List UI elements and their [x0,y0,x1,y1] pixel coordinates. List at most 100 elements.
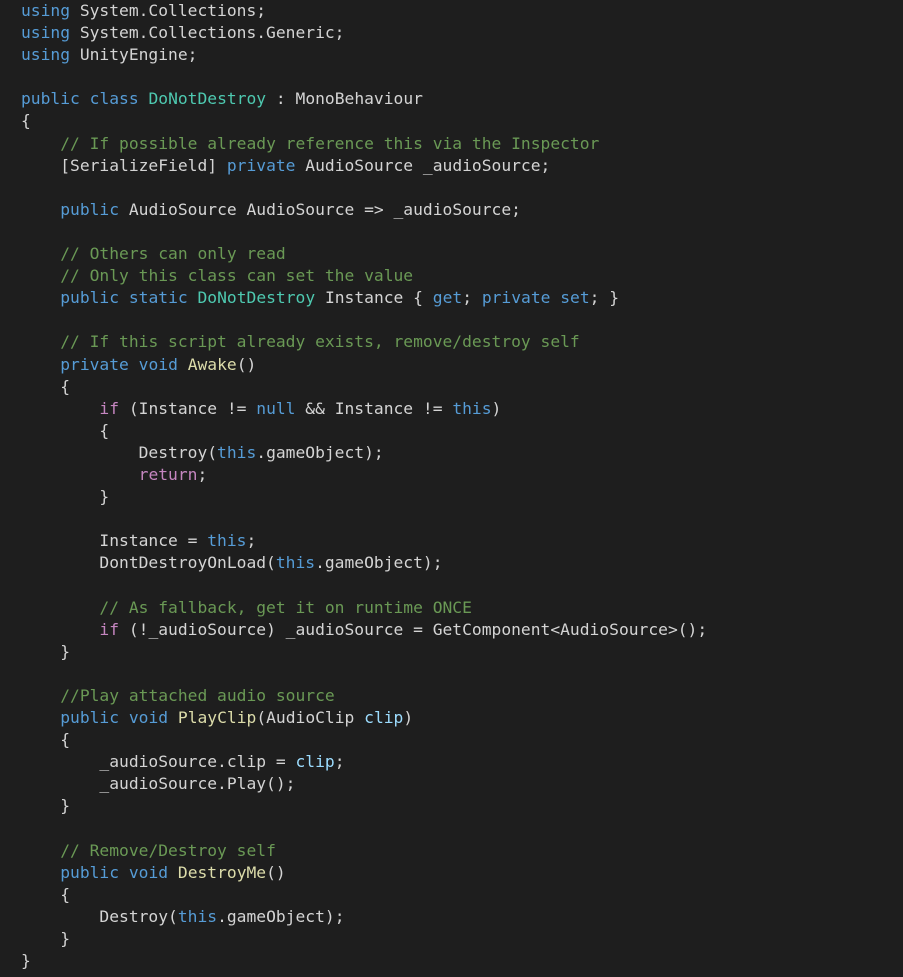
code-token: ; [246,531,257,551]
code-token: } [21,641,71,661]
code-line[interactable] [21,817,903,839]
code-token: .gameObject); [315,553,443,573]
code-line[interactable] [21,66,903,88]
code-token: System.Collections; [70,1,267,20]
code-line[interactable] [21,221,903,243]
code-line[interactable]: } [21,950,903,972]
code-token: ; [334,752,345,772]
code-line[interactable]: } [21,486,903,508]
code-token: } [21,796,71,816]
code-line[interactable]: { [21,376,903,398]
code-view[interactable]: using System.Collections; using System.Co… [21,0,903,972]
code-token: // If this script already exists, remove… [60,332,580,352]
code-token: void [138,354,178,374]
code-line[interactable]: [SerializeField] private AudioSource _au… [21,155,903,177]
code-line[interactable]: if (!_audioSource) _audioSource = GetCom… [21,619,903,641]
code-line[interactable] [21,309,903,331]
code-line[interactable]: // If this script already exists, remove… [21,331,903,353]
code-line[interactable]: public static DoNotDestroy Instance { ge… [21,287,903,309]
code-line[interactable]: } [21,795,903,817]
code-token: [SerializeField] [21,155,227,175]
code-token: (Instance != [119,398,257,418]
code-line[interactable] [21,508,903,530]
code-token: private [226,155,296,175]
code-token: public [60,199,120,219]
code-line[interactable]: // Others can only read [21,243,903,265]
code-line[interactable]: return; [21,464,903,486]
code-token: return [138,464,198,484]
code-line[interactable]: { [21,110,903,132]
code-token: private [60,354,129,374]
code-line[interactable]: Instance = this; [21,530,903,552]
code-token: clip [295,752,335,772]
code-token: } [21,951,31,971]
code-token: UnityEngine; [70,45,198,65]
code-token: DoNotDestroy [148,89,267,109]
code-token: Instance { [315,288,433,308]
code-line[interactable]: // If possible already reference this vi… [21,133,903,155]
code-line[interactable] [21,177,903,199]
code-token: { [21,420,110,440]
code-line[interactable]: { [21,884,903,906]
code-line[interactable]: _audioSource.clip = clip; [21,751,903,773]
code-line[interactable]: } [21,641,903,663]
code-token: ; [197,464,208,484]
code-line[interactable]: { [21,729,903,751]
code-token: { [21,376,71,396]
code-line[interactable] [21,663,903,685]
code-line[interactable]: public class DoNotDestroy : MonoBehaviou… [21,88,903,110]
code-line[interactable]: using System.Collections; [21,0,903,22]
code-token: // If possible already reference this vi… [60,133,600,153]
code-token: this [217,442,257,462]
code-line[interactable]: public AudioSource AudioSource => _audio… [21,199,903,221]
code-line[interactable]: // Only this class can set the value [21,265,903,287]
code-token: this [207,531,247,551]
code-line[interactable]: public void PlayClip(AudioClip clip) [21,707,903,729]
code-token: public [60,288,120,308]
code-token: // Others can only read [60,244,286,264]
code-line[interactable]: Destroy(this.gameObject); [21,442,903,464]
code-token: void [128,862,169,882]
code-line[interactable]: // As fallback, get it on runtime ONCE [21,597,903,619]
code-line[interactable]: using System.Collections.Generic; [21,22,903,44]
code-line[interactable]: } [21,928,903,950]
code-line[interactable]: _audioSource.Play(); [21,773,903,795]
code-line[interactable]: using UnityEngine; [21,44,903,66]
code-token: this [452,398,492,418]
code-token: : MonoBehaviour [266,89,423,109]
code-line[interactable]: { [21,420,903,442]
code-line[interactable]: private void Awake() [21,354,903,376]
code-token: ; } [589,288,620,308]
code-line[interactable] [21,574,903,596]
code-line[interactable]: if (Instance != null && Instance != this… [21,398,903,420]
code-token: } [21,487,110,507]
code-token: _audioSource.Play(); [21,774,296,794]
code-token: public [60,708,120,727]
code-token: && Instance != [295,398,453,418]
code-token: get [432,288,463,308]
code-token: { [21,111,31,131]
code-editor[interactable]: using System.Collections; using System.Co… [0,0,903,977]
code-token: using [21,23,71,43]
code-line[interactable]: //Play attached audio source [21,685,903,707]
code-line[interactable]: // Remove/Destroy self [21,840,903,862]
code-line[interactable]: Destroy(this.gameObject); [21,906,903,928]
code-line[interactable]: public void DestroyMe() [21,862,903,884]
code-line[interactable]: DontDestroyOnLoad(this.gameObject); [21,552,903,574]
code-token: .gameObject); [256,442,384,462]
code-token: PlayClip [177,708,257,727]
